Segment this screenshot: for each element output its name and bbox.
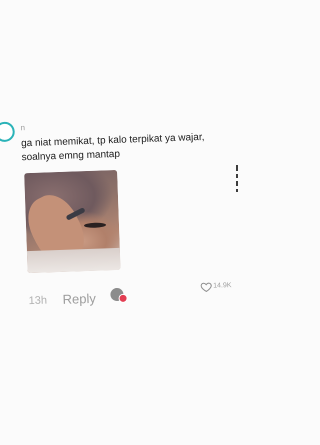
comment-item: n ga niat memikat, tp kalo terpikat ya w… [0,103,257,320]
comment-timestamp: 13h [28,294,48,308]
comment-photo[interactable] [24,169,121,274]
comment-text: ga niat memikat, tp kalo terpikat ya waj… [20,131,205,164]
photo-eye [83,222,107,229]
commenter-username[interactable]: n [20,123,25,132]
commenter-avatar[interactable] [0,121,16,143]
heart-outline-icon[interactable] [200,281,212,293]
creator-liked-badge-icon [118,293,128,303]
reply-button[interactable]: Reply [62,291,96,307]
like-count: 14.9K [213,282,232,290]
photo-pillow [26,247,121,274]
